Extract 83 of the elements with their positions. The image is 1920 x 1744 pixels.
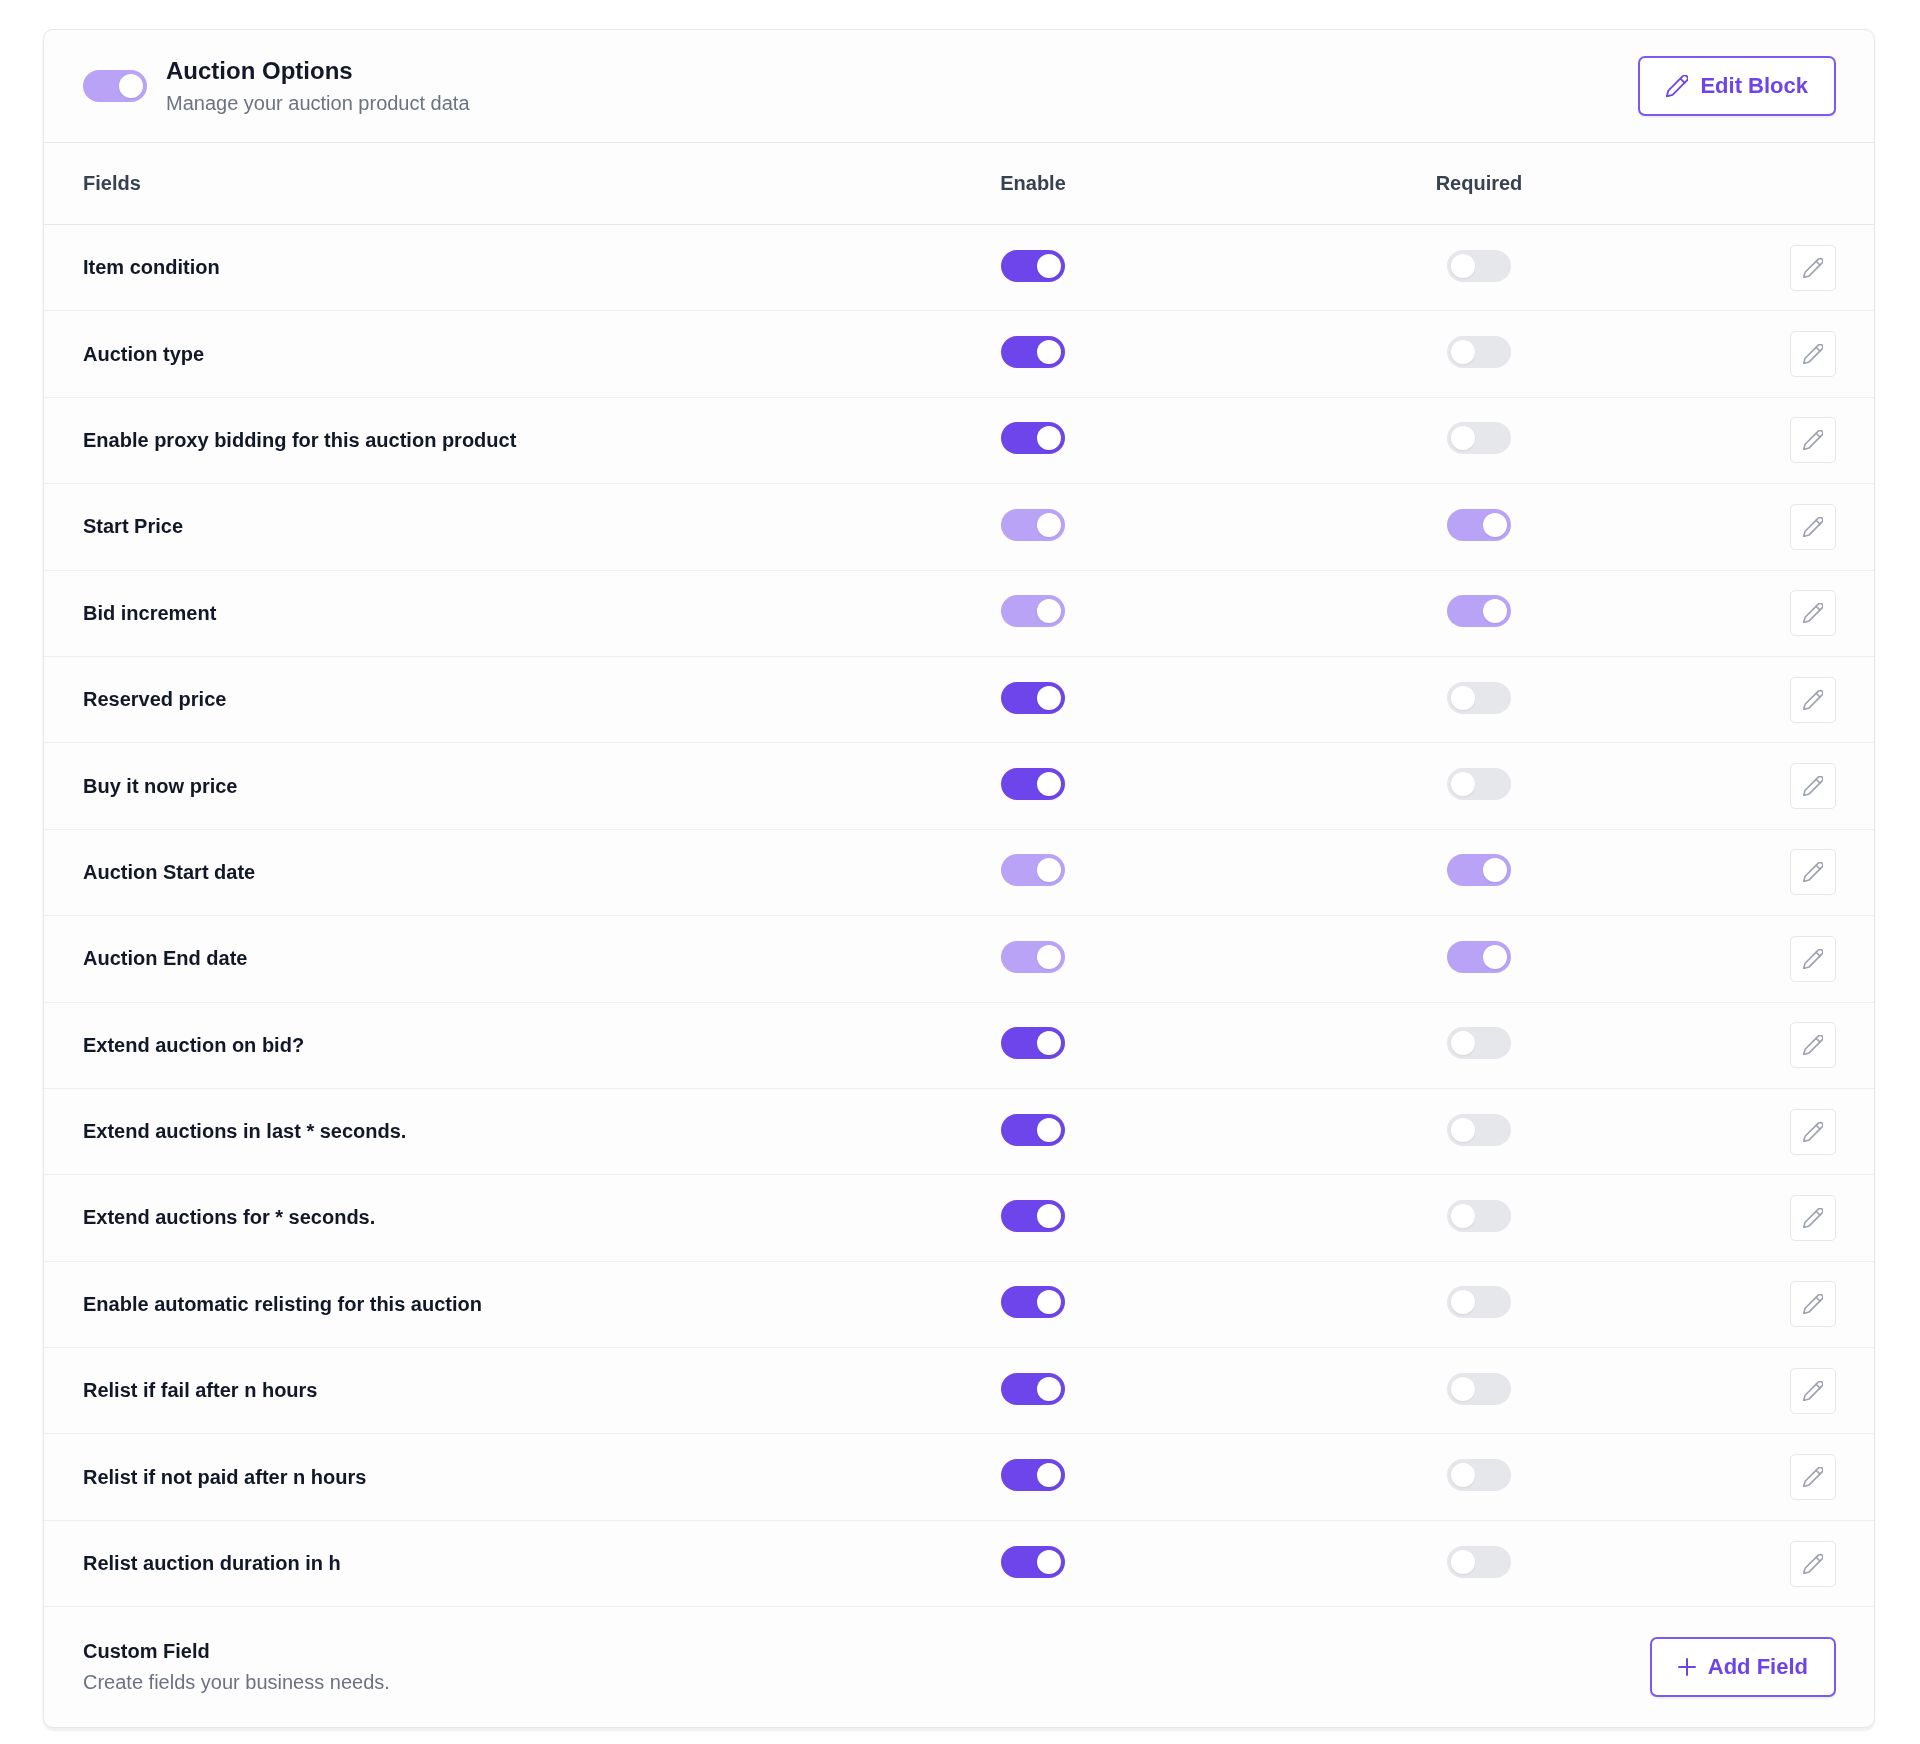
field-label: Auction type	[83, 342, 206, 366]
section-title: Auction Options	[166, 57, 354, 85]
section-subtitle: Manage your auction product data	[166, 92, 471, 115]
toggle-switch[interactable]	[1001, 681, 1065, 714]
column-header: Required	[1435, 172, 1523, 195]
toggle-switch[interactable]	[1447, 768, 1511, 801]
toggle-switch[interactable]	[1001, 336, 1065, 369]
toggle-switch[interactable]	[1001, 1286, 1065, 1319]
edit-button[interactable]	[1790, 1454, 1836, 1501]
toggle-switch[interactable]	[1447, 1459, 1511, 1492]
pencil-icon	[1803, 344, 1823, 365]
field-label: Enable proxy bidding for this auction product	[83, 428, 518, 452]
pencil-icon	[1803, 1294, 1823, 1315]
pencil-icon	[1666, 75, 1689, 97]
pencil-icon	[1803, 1208, 1823, 1228]
section-subtitle: Create fields your business needs.	[83, 1671, 391, 1695]
pencil-icon	[1803, 689, 1823, 710]
section-title: Custom Field	[83, 1640, 211, 1664]
field-label: Reserved price	[83, 688, 228, 712]
add-field-button[interactable]: Add Field	[1649, 1637, 1836, 1698]
field-label: Start Price	[83, 515, 185, 539]
field-label: Auction Start date	[83, 860, 257, 884]
pencil-icon	[1803, 1121, 1823, 1142]
field-label: Buy it now price	[83, 774, 239, 798]
toggle-switch[interactable]	[1447, 422, 1511, 455]
toggle-switch[interactable]	[1001, 1027, 1065, 1060]
edit-button[interactable]	[1790, 1108, 1836, 1155]
field-label: Item condition	[83, 256, 221, 280]
pencil-icon	[1803, 862, 1823, 883]
field-label: Extend auctions for * seconds.	[83, 1206, 377, 1230]
pencil-icon	[1803, 776, 1823, 797]
toggle-switch[interactable]	[1001, 422, 1065, 455]
edit-button[interactable]	[1790, 676, 1836, 723]
pencil-icon	[1803, 257, 1823, 278]
field-label: Relist auction duration in h	[83, 1552, 342, 1576]
toggle-switch[interactable]	[1447, 681, 1511, 714]
toggle-switch[interactable]	[1447, 1372, 1511, 1405]
pencil-icon	[1803, 948, 1823, 969]
pencil-icon	[1803, 1035, 1823, 1056]
edit-button[interactable]	[1790, 503, 1836, 550]
toggle-switch[interactable]	[1447, 1286, 1511, 1319]
toggle-switch[interactable]	[1001, 1459, 1065, 1492]
edit-button[interactable]	[1790, 1540, 1836, 1587]
pencil-icon	[1803, 1467, 1823, 1488]
field-label: Auction End date	[83, 947, 249, 971]
toggle-switch[interactable]	[1447, 1545, 1511, 1578]
column-header: Enable	[1000, 172, 1066, 195]
edit-button[interactable]	[1790, 590, 1836, 637]
edit-button[interactable]	[1790, 417, 1836, 464]
edit-button[interactable]	[1790, 1022, 1836, 1069]
pencil-icon	[1803, 1553, 1823, 1574]
toggle-switch[interactable]	[1447, 336, 1511, 369]
field-label: Relist if fail after n hours	[83, 1379, 319, 1403]
column-header: Fields	[83, 172, 142, 195]
edit-button[interactable]	[1790, 763, 1836, 810]
field-label: Relist if not paid after n hours	[83, 1465, 368, 1489]
toggle-switch[interactable]	[1447, 1027, 1511, 1060]
edit-button[interactable]	[1790, 935, 1836, 982]
toggle-switch[interactable]	[1001, 1113, 1065, 1146]
edit-button[interactable]	[1790, 331, 1836, 378]
toggle-switch[interactable]	[1447, 249, 1511, 282]
toggle-switch[interactable]	[1447, 1113, 1511, 1146]
edit-button[interactable]	[1790, 849, 1836, 896]
toggle-switch[interactable]	[1001, 768, 1065, 801]
pencil-icon	[1803, 1380, 1823, 1401]
pencil-icon	[1803, 516, 1823, 537]
pencil-icon	[1803, 603, 1823, 624]
toggle-switch[interactable]	[1447, 1200, 1511, 1232]
field-label: Extend auctions in last * seconds.	[83, 1120, 408, 1144]
field-label: Extend auction on bid?	[83, 1033, 306, 1057]
edit-block-button[interactable]: Edit Block	[1638, 56, 1836, 116]
toggle-switch[interactable]	[1001, 1545, 1065, 1578]
toggle-switch[interactable]	[1001, 1372, 1065, 1405]
edit-button[interactable]	[1790, 1367, 1836, 1414]
plus-icon	[1677, 1658, 1696, 1677]
toggle-switch[interactable]	[1001, 1200, 1065, 1232]
field-label: Bid increment	[83, 601, 218, 625]
edit-button[interactable]	[1790, 1195, 1836, 1241]
pencil-icon	[1803, 430, 1823, 451]
edit-button[interactable]	[1790, 244, 1836, 291]
toggle-switch[interactable]	[1001, 249, 1065, 282]
field-label: Enable automatic relisting for this auction	[83, 1292, 483, 1316]
edit-button[interactable]	[1790, 1281, 1836, 1328]
